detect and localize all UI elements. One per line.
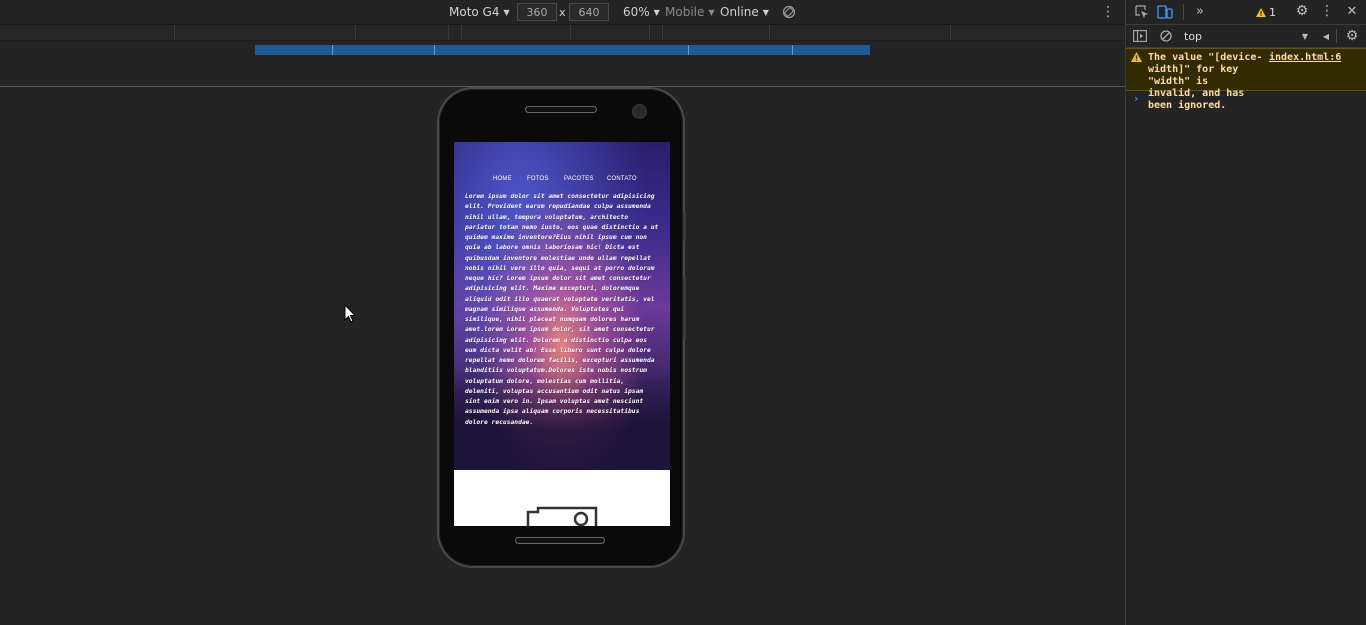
height-input[interactable]: 640 (569, 3, 609, 21)
hero-paragraph: Lorem ipsum dolor sit amet consectetur a… (465, 193, 659, 426)
media-query-bar[interactable] (793, 45, 870, 55)
more-options-icon[interactable]: ⋮ (1320, 3, 1334, 19)
throttle-select[interactable]: Mobile ▼ (665, 0, 715, 24)
dimension-separator: x (559, 5, 566, 19)
device-emulation-area: Moto G4 ▼ 360 x 640 60% ▼ Mobile ▼ Onlin… (0, 0, 1125, 625)
media-query-bar[interactable] (255, 45, 333, 55)
zoom-label: 60% (623, 5, 650, 19)
phone-frame: HOME FOTOS PACOTES CONTATO Lorem ipsum d… (439, 89, 686, 566)
toolbar-divider (1183, 4, 1184, 20)
console-settings-icon[interactable]: ⚙ (1344, 27, 1360, 45)
devtools-main-toolbar: » 1 ⚙ ⋮ ✕ (1126, 0, 1366, 25)
phone-side-button (683, 277, 686, 339)
context-label: top (1184, 29, 1203, 43)
caret-down-icon: ▼ (1301, 31, 1308, 41)
width-input[interactable]: 360 (517, 3, 557, 21)
caret-left-icon[interactable]: ◀ (1320, 28, 1332, 44)
network-label: Online (720, 5, 759, 19)
ruler-segment (462, 25, 571, 40)
device-select[interactable]: Moto G4 ▼ (449, 0, 510, 24)
caret-down-icon: ▼ (762, 7, 769, 17)
settings-gear-icon[interactable]: ⚙ (1294, 3, 1310, 19)
caret-down-icon: ▼ (708, 7, 715, 17)
caret-down-icon: ▼ (503, 7, 510, 17)
context-select[interactable]: top ▼ (1184, 28, 1312, 44)
phone-camera (632, 104, 647, 119)
ruler-segment (663, 25, 770, 40)
warning-text: The value "[device- width]" for key "wid… (1148, 52, 1263, 111)
device-toggle-icon[interactable] (1157, 4, 1173, 20)
media-query-bar[interactable] (333, 45, 435, 55)
ruler-segment (175, 25, 356, 40)
phone-side-button (683, 211, 686, 241)
media-query-ruler (0, 25, 1125, 41)
caret-down-icon: ▼ (653, 7, 660, 17)
warning-counter[interactable]: 1 (1256, 4, 1276, 20)
ruler-segment (449, 25, 462, 40)
width-field-wrap: 360 (517, 0, 557, 24)
inspect-element-icon[interactable] (1134, 4, 1150, 20)
height-field-wrap: 640 (569, 0, 609, 24)
mouse-cursor-icon (344, 304, 356, 323)
nav-contato[interactable]: CONTATO (607, 176, 637, 182)
viewport-divider (0, 86, 1125, 87)
devtools-panel: » 1 ⚙ ⋮ ✕ top ▼ ◀ ⚙ The value "[device- … (1125, 0, 1366, 625)
camera-icon (526, 506, 598, 526)
ruler-segment (650, 25, 663, 40)
phone-home-bar (515, 537, 605, 544)
ruler-segment (770, 25, 951, 40)
more-tabs-icon[interactable]: » (1192, 3, 1208, 19)
console-prompt[interactable]: › (1134, 92, 1138, 105)
ruler-segment (356, 25, 449, 40)
console-toolbar: top ▼ ◀ ⚙ (1126, 25, 1366, 48)
nav-pacotes[interactable]: PACOTES (564, 176, 594, 182)
close-icon[interactable]: ✕ (1344, 3, 1360, 19)
console-warning-message: The value "[device- width]" for key "wid… (1126, 48, 1366, 111)
toolbar-divider (1336, 29, 1337, 43)
nav-fotos[interactable]: FOTOS (527, 176, 549, 182)
zoom-select[interactable]: 60% ▼ (623, 0, 660, 24)
rotate-button[interactable] (782, 0, 796, 24)
warning-count: 1 (1269, 5, 1276, 19)
site-nav: HOME FOTOS PACOTES CONTATO (454, 176, 670, 186)
warning-icon (1256, 7, 1266, 17)
ruler-segment (571, 25, 650, 40)
nav-home[interactable]: HOME (493, 176, 512, 182)
device-toolbar: Moto G4 ▼ 360 x 640 60% ▼ Mobile ▼ Onlin… (0, 0, 1125, 25)
rotate-icon (782, 5, 796, 19)
media-query-bar[interactable] (689, 45, 793, 55)
device-select-label: Moto G4 (449, 5, 500, 19)
throttle-label: Mobile (665, 5, 705, 19)
phone-speaker (525, 106, 597, 113)
more-options-icon[interactable]: ⋮ (1101, 0, 1115, 24)
clear-console-icon[interactable] (1158, 28, 1174, 44)
media-query-bar[interactable] (435, 45, 689, 55)
sidebar-toggle-icon[interactable] (1132, 28, 1148, 44)
device-screen[interactable]: HOME FOTOS PACOTES CONTATO Lorem ipsum d… (454, 142, 670, 526)
warning-source-link[interactable]: index.html:6 (1269, 52, 1341, 64)
ruler-segment (0, 25, 175, 40)
network-select[interactable]: Online ▼ (720, 0, 769, 24)
warning-icon (1131, 52, 1142, 62)
